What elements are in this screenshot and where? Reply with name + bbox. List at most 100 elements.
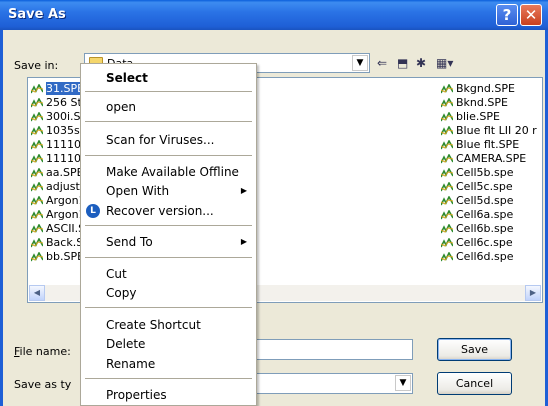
menu-item-cut[interactable]: Cut [82,264,255,284]
spe-file-icon [31,196,43,206]
spe-file-icon [31,98,43,108]
spe-file-icon [441,168,453,178]
file-name-text: Cell5d.spe [456,194,514,207]
file-list-item[interactable]: Blue flt.SPE [440,138,537,152]
spe-file-icon [441,84,453,94]
spe-file-icon [441,126,453,136]
menu-item-open[interactable]: open [82,97,255,117]
file-name-text: Cell6d.spe [456,250,514,263]
menu-item-recover-version[interactable]: L Recover version... [82,201,255,221]
menu-item-send-to-label: Send To [106,235,153,249]
save-in-label: Save in: [14,59,59,72]
title-bar: Save As ? ✕ [0,0,548,30]
menu-item-open-with-label: Open With [106,184,170,198]
file-list-item[interactable]: Cell5b.spe [440,166,537,180]
file-list-item[interactable]: CAMERA.SPE [440,152,537,166]
file-name-text: Cell5c.spe [456,180,513,193]
spe-file-icon [31,112,43,122]
menu-item-create-shortcut[interactable]: Create Shortcut [82,315,255,335]
menu-item-copy[interactable]: Copy [82,283,255,303]
spe-file-icon [441,252,453,262]
file-list-item[interactable]: Cell6c.spe [440,236,537,250]
spe-file-icon [441,154,453,164]
menu-separator [85,91,252,92]
menu-item-scan-for-viruses[interactable]: Scan for Viruses... [82,130,255,150]
file-name-text: Blue flt LII 20 r [456,124,537,137]
file-list-item[interactable]: Cell5d.spe [440,194,537,208]
menu-separator [85,225,252,226]
cancel-button[interactable]: Cancel [437,372,512,395]
file-list-item[interactable]: Cell6b.spe [440,222,537,236]
menu-item-make-available-offline[interactable]: Make Available Offline [82,162,255,182]
views-menu-icon[interactable]: ▦▾ [436,56,453,70]
menu-item-send-to[interactable]: Send To ▶ [82,232,255,252]
help-button[interactable]: ? [496,4,518,26]
recover-icon: L [86,204,100,218]
file-name-text: CAMERA.SPE [456,152,527,165]
spe-file-icon [31,182,43,192]
file-column-right: Bkgnd.SPE Bknd.SPE blie.SPE Blue flt LII 20… [440,82,537,264]
file-list-item[interactable]: Bkgnd.SPE [440,82,537,96]
scroll-right-icon[interactable]: ▶ [525,285,541,301]
up-folder-icon[interactable]: ⬒ [397,56,408,70]
spe-file-icon [31,252,43,262]
window-title: Save As [8,7,66,22]
save-button[interactable]: Save [437,338,512,361]
spe-file-icon [441,182,453,192]
file-name-text: 1035st [46,124,85,137]
file-name-text: Cell6c.spe [456,236,513,249]
file-name-label: File name: [14,345,71,358]
menu-separator [85,121,252,122]
file-name-text: Bknd.SPE [456,96,508,109]
file-name-text: Bkgnd.SPE [456,82,515,95]
spe-file-icon [441,238,453,248]
spe-file-icon [441,210,453,220]
back-icon[interactable]: ⇐ [377,56,387,70]
spe-file-icon [441,140,453,150]
file-list-item[interactable]: Cell6d.spe [440,250,537,264]
spe-file-icon [31,168,43,178]
scroll-left-icon[interactable]: ◀ [29,285,45,301]
close-button[interactable]: ✕ [520,4,542,26]
file-list-item[interactable]: Bknd.SPE [440,96,537,110]
file-name-text: Cell6b.spe [456,222,514,235]
spe-file-icon [441,224,453,234]
spe-file-icon [441,98,453,108]
menu-separator [85,257,252,258]
file-name-text: Cell5b.spe [456,166,514,179]
file-name-text: aa.SPE [46,166,84,179]
menu-item-recover-version-label: Recover version... [106,204,214,218]
menu-item-rename[interactable]: Rename [82,354,255,374]
spe-file-icon [441,112,453,122]
file-list-item[interactable]: blie.SPE [440,110,537,124]
chevron-down-icon[interactable]: ▼ [352,55,368,71]
spe-file-icon [31,238,43,248]
menu-item-delete[interactable]: Delete [82,334,255,354]
spe-file-icon [31,224,43,234]
save-as-type-label: Save as ty [14,378,72,391]
menu-item-properties[interactable]: Properties [82,385,255,405]
file-list-item[interactable]: Cell6a.spe [440,208,537,222]
context-menu: Select open Scan for Viruses... Make Ava… [80,63,257,406]
file-name-text: blie.SPE [456,110,500,123]
spe-file-icon [31,126,43,136]
chevron-down-icon[interactable]: ▼ [395,375,411,391]
file-name-text: 31.SPE [46,82,85,95]
menu-item-open-with[interactable]: Open With ▶ [82,181,255,201]
file-name-text: bb.SPE [46,250,85,263]
file-name-text: 256 St [46,96,82,109]
spe-file-icon [441,196,453,206]
file-list-item[interactable]: Blue flt LII 20 r [440,124,537,138]
menu-item-select[interactable]: Select [82,68,255,88]
menu-separator [85,378,252,379]
submenu-arrow-icon: ▶ [240,186,247,195]
new-folder-icon[interactable]: ✱ [416,56,426,70]
file-name-text: Cell6a.spe [456,208,514,221]
menu-separator [85,307,252,308]
submenu-arrow-icon: ▶ [240,237,247,246]
spe-file-icon [31,140,43,150]
file-list-item[interactable]: Cell5c.spe [440,180,537,194]
spe-file-icon [31,84,43,94]
spe-file-icon [31,210,43,220]
file-name-text: Blue flt.SPE [456,138,520,151]
